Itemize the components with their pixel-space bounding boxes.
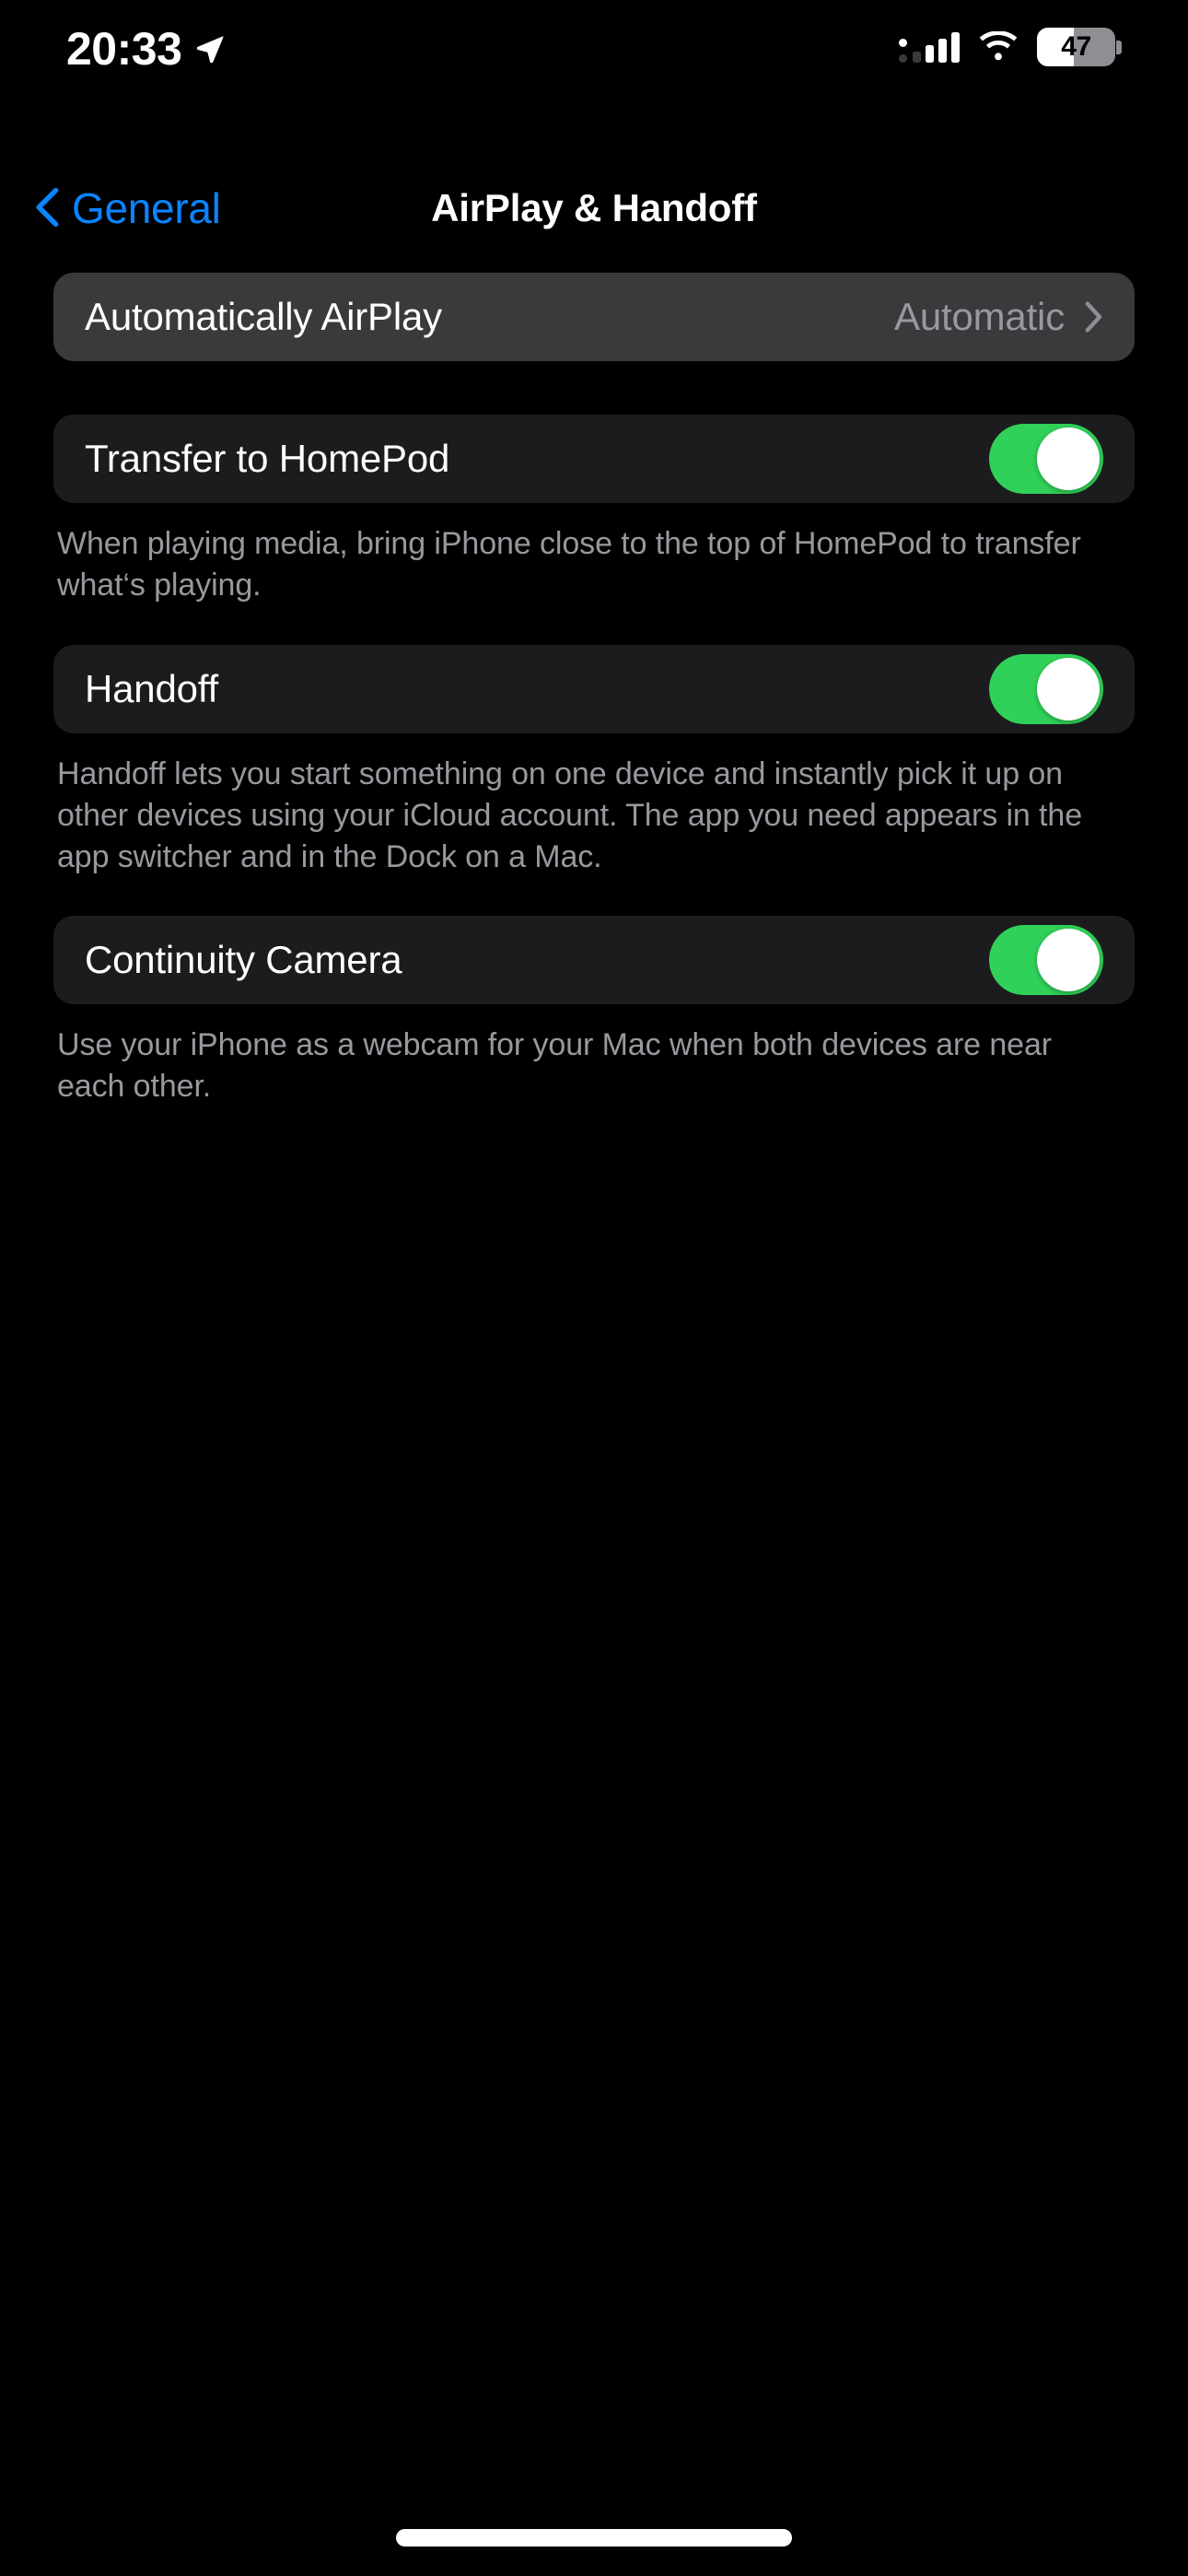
chevron-right-icon <box>1085 301 1102 333</box>
footer-handoff: Handoff lets you start something on one … <box>57 755 1083 874</box>
toggle-knob <box>1037 657 1100 720</box>
toggle-handoff[interactable] <box>989 653 1103 724</box>
row-handoff[interactable]: Handoff <box>53 645 1135 733</box>
battery-percent-label: 47 <box>1061 31 1091 62</box>
settings-list: Automatically AirPlay Automatic Transfer… <box>0 273 1188 1107</box>
page-title: AirPlay & Handoff <box>431 186 757 229</box>
toggle-transfer-to-homepod[interactable] <box>989 424 1103 494</box>
row-accessory-automatically-airplay: Automatic <box>894 295 1103 339</box>
card-continuity-camera: Continuity Camera <box>53 916 1135 1005</box>
status-bar: 20:33 47 <box>0 0 1188 120</box>
card-transfer-to-homepod: Transfer to HomePod <box>53 415 1135 503</box>
row-automatically-airplay[interactable]: Automatically AirPlay Automatic <box>53 273 1135 361</box>
row-label-continuity-camera: Continuity Camera <box>85 938 402 982</box>
toggle-knob <box>1037 427 1100 490</box>
cellular-signal-icon <box>899 31 960 63</box>
footer-continuity-camera: Use your iPhone as a webcam for your Mac… <box>57 1027 1052 1105</box>
row-transfer-to-homepod[interactable]: Transfer to HomePod <box>53 415 1135 503</box>
home-indicator[interactable] <box>396 2529 792 2547</box>
navigation-bar: General AirPlay & Handoff <box>0 162 1188 254</box>
status-bar-left: 20:33 <box>66 26 226 72</box>
footer-transfer-to-homepod: When playing media, bring iPhone close t… <box>57 526 1081 603</box>
location-arrow-icon <box>197 36 224 64</box>
section-handoff: Handoff <box>53 644 1135 733</box>
battery-cap <box>1116 41 1122 54</box>
toggle-continuity-camera[interactable] <box>989 925 1103 996</box>
section-transfer-to-homepod: Transfer to HomePod <box>53 415 1135 503</box>
battery-indicator: 47 <box>1037 28 1122 66</box>
row-label-handoff: Handoff <box>85 666 218 710</box>
card-automatically-airplay: Automatically AirPlay Automatic <box>53 273 1135 361</box>
row-label-transfer-to-homepod: Transfer to HomePod <box>85 437 450 480</box>
row-continuity-camera[interactable]: Continuity Camera <box>53 916 1135 1004</box>
wifi-icon <box>979 31 1018 61</box>
status-bar-clock: 20:33 <box>66 23 182 75</box>
section-automatically-airplay: Automatically AirPlay Automatic <box>53 273 1135 361</box>
toggle-knob <box>1037 929 1100 992</box>
status-bar-right: 47 <box>899 28 1122 66</box>
row-label-automatically-airplay: Automatically AirPlay <box>85 295 442 338</box>
card-handoff: Handoff <box>53 644 1135 733</box>
row-value-automatically-airplay: Automatic <box>894 295 1065 338</box>
iphone-screen: 20:33 47 General AirPlay & Handoff Autom… <box>0 0 1188 2576</box>
section-continuity-camera: Continuity Camera <box>53 916 1135 1005</box>
